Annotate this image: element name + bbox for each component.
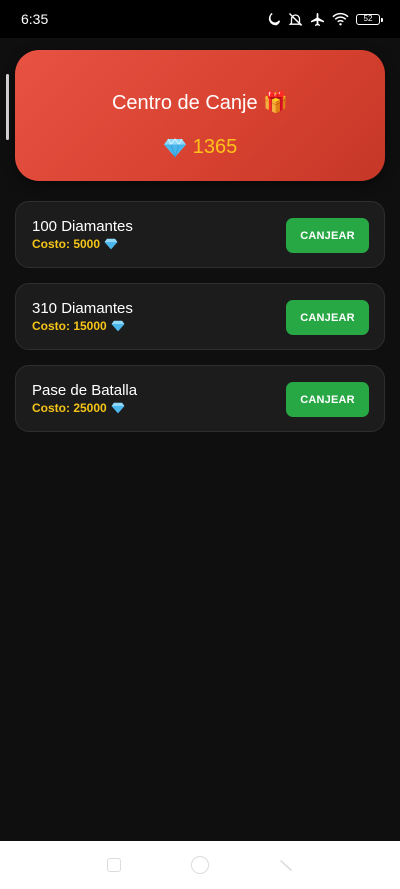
reward-name: Pase de Batalla [32,382,138,399]
diamond-icon [104,238,118,250]
status-icons: 52 [267,12,383,27]
reward-cost-label: Costo: 15000 [32,319,107,333]
recents-button[interactable] [107,858,121,872]
back-icon[interactable] [279,858,293,872]
balance-value: 1365 [192,136,238,158]
reward-cost: Costo: 15000 [32,319,125,333]
battery-icon: 52 [356,13,383,25]
battery-level: 52 [363,14,373,23]
redeem-button[interactable]: CANJEAR [286,300,369,335]
moon-icon [268,13,281,26]
bell-muted-icon [288,12,303,26]
airplane-icon [311,12,324,26]
reward-cost: Costo: 25000 [32,401,125,415]
reward-cost-label: Costo: 5000 [32,237,101,251]
diamond-icon [111,320,125,332]
redeem-button[interactable]: CANJEAR [286,382,369,417]
wifi-icon [332,12,349,26]
reward-item: 310 Diamantes Costo: 15000 CANJEAR [15,283,385,350]
scroll-indicator[interactable] [6,74,9,140]
redeem-center-header: Centro de Canje 🎁 1365 [15,50,385,181]
reward-item: Pase de Batalla Costo: 25000 CANJEAR [15,365,385,432]
reward-name: 310 Diamantes [32,300,133,317]
reward-cost-label: Costo: 25000 [32,401,107,415]
reward-item: 100 Diamantes Costo: 5000 CANJEAR [15,201,385,268]
home-button[interactable] [191,856,209,874]
status-time: 6:35 [21,11,49,27]
system-nav-bar [0,841,400,889]
status-bar: 6:35 52 [0,0,400,38]
redeem-button[interactable]: CANJEAR [286,218,369,253]
diamond-icon [163,137,186,158]
diamond-icon [111,402,125,414]
reward-name: 100 Diamantes [32,218,133,235]
diamond-balance: 1365 [15,136,385,159]
page-title: Centro de Canje 🎁 [111,92,289,114]
reward-cost: Costo: 5000 [32,237,118,251]
